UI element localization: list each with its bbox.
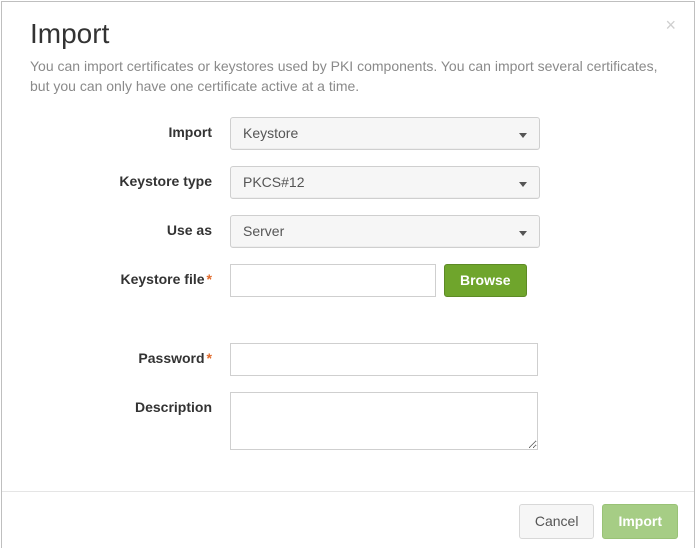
label-keystore-file: Keystore file* bbox=[30, 264, 230, 287]
browse-button[interactable]: Browse bbox=[444, 264, 527, 297]
use-as-select[interactable]: Server bbox=[230, 215, 540, 248]
keystore-file-input[interactable] bbox=[230, 264, 436, 297]
caret-icon bbox=[519, 174, 527, 190]
modal-body: Import You can import certificates or ke… bbox=[2, 2, 694, 491]
required-marker: * bbox=[207, 350, 212, 366]
caret-icon bbox=[519, 223, 527, 239]
label-use-as: Use as bbox=[30, 215, 230, 238]
caret-icon bbox=[519, 125, 527, 141]
keystore-type-select[interactable]: PKCS#12 bbox=[230, 166, 540, 199]
required-marker: * bbox=[207, 271, 212, 287]
import-type-selected: Keystore bbox=[243, 125, 298, 141]
use-as-selected: Server bbox=[243, 223, 284, 239]
import-modal: × Import You can import certificates or … bbox=[1, 1, 695, 548]
close-icon[interactable]: × bbox=[665, 16, 676, 34]
description-textarea[interactable] bbox=[230, 392, 538, 450]
row-import-type: Import Keystore bbox=[30, 117, 666, 150]
password-input[interactable] bbox=[230, 343, 538, 376]
keystore-type-selected: PKCS#12 bbox=[243, 174, 304, 190]
cancel-button[interactable]: Cancel bbox=[519, 504, 595, 539]
row-description: Description bbox=[30, 392, 666, 455]
row-password: Password* bbox=[30, 343, 666, 376]
label-password: Password* bbox=[30, 343, 230, 366]
label-import-type: Import bbox=[30, 117, 230, 140]
row-keystore-type: Keystore type PKCS#12 bbox=[30, 166, 666, 199]
label-description: Description bbox=[30, 392, 230, 415]
import-button[interactable]: Import bbox=[602, 504, 678, 539]
import-type-select[interactable]: Keystore bbox=[230, 117, 540, 150]
row-keystore-file: Keystore file* Browse bbox=[30, 264, 666, 297]
row-use-as: Use as Server bbox=[30, 215, 666, 248]
label-keystore-type: Keystore type bbox=[30, 166, 230, 189]
dialog-title: Import bbox=[30, 18, 666, 50]
modal-footer: Cancel Import bbox=[2, 491, 694, 551]
dialog-subtitle: You can import certificates or keystores… bbox=[30, 56, 666, 97]
